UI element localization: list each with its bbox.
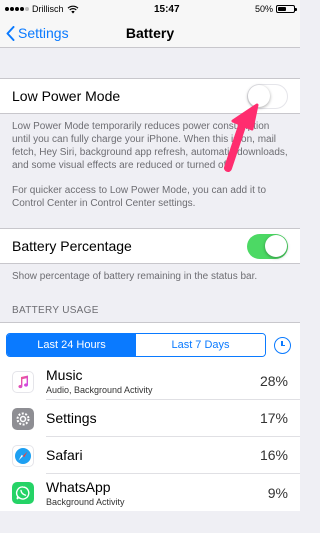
back-label: Settings [18, 25, 69, 41]
app-usage-percent: 16% [259, 447, 288, 463]
app-usage-row-body: Safari 16% [46, 437, 300, 474]
wifi-icon [67, 5, 78, 13]
page-title: Battery [125, 24, 175, 41]
signal-strength-icon [5, 7, 29, 11]
toggle-knob [248, 84, 270, 107]
app-info: Settings [46, 410, 97, 426]
low-power-mode-description: Low Power Mode temporarily reduces power… [12, 121, 288, 171]
status-bar: Drillisch 15:47 50% [0, 0, 300, 18]
low-power-mode-toggle[interactable] [247, 83, 288, 109]
app-name: Music [46, 367, 83, 383]
app-usage-row-whatsapp[interactable]: WhatsApp Background Activity 9% [0, 474, 300, 511]
battery-usage-header: BATTERY USAGE [12, 305, 99, 316]
app-usage-row-safari[interactable]: Safari 16% [0, 437, 300, 474]
app-usage-row-body: Settings 17% [46, 400, 300, 437]
low-power-mode-hint: For quicker access to Low Power Mode, yo… [12, 185, 267, 209]
battery-percentage-description: Show percentage of battery remaining in … [12, 271, 258, 282]
app-usage-row-settings[interactable]: Settings 17% [0, 400, 300, 437]
app-activity: Background Activity [46, 496, 125, 507]
tab-last-24-hours[interactable]: Last 24 Hours [7, 334, 136, 356]
toggle-knob [265, 234, 287, 257]
tab-last-7-days[interactable]: Last 7 Days [136, 334, 265, 356]
app-activity: Audio, Background Activity [46, 385, 153, 395]
app-usage-percent: 28% [259, 373, 288, 389]
battery-level-fill [278, 7, 286, 11]
battery-percentage-row: Battery Percentage [0, 228, 300, 264]
safari-compass-icon [12, 444, 34, 467]
app-usage-percent: 17% [259, 410, 288, 426]
app-usage-percent: 9% [267, 484, 288, 501]
battery-icon [276, 5, 297, 13]
app-name: WhatsApp [46, 478, 111, 495]
status-time: 15:47 [153, 3, 180, 15]
music-icon [12, 370, 34, 393]
app-usage-list: Music Audio, Background Activity 28% Set… [0, 363, 300, 511]
low-power-mode-row: Low Power Mode [0, 78, 300, 114]
app-info: Safari [46, 447, 83, 463]
usage-period-segmented-control: Last 24 Hours Last 7 Days [6, 333, 266, 357]
app-usage-row-body: Music Audio, Background Activity 28% [46, 363, 300, 400]
app-name: Safari [46, 447, 83, 463]
battery-percentage-toggle[interactable] [247, 233, 288, 259]
battery-percentage-label: Battery Percentage [12, 238, 132, 254]
navigation-bar: Settings Battery [0, 18, 300, 48]
battery-percent-label: 50% [254, 4, 273, 14]
usage-period-bar: Last 24 Hours Last 7 Days [0, 322, 300, 363]
low-power-mode-label: Low Power Mode [12, 88, 121, 104]
status-bar-right: 50% [254, 4, 297, 14]
chevron-left-icon [6, 25, 15, 41]
app-info: Music Audio, Background Activity [46, 367, 153, 395]
back-button[interactable]: Settings [6, 18, 69, 48]
whatsapp-icon [12, 481, 34, 504]
app-info: WhatsApp Background Activity [46, 479, 125, 507]
status-bar-left: Drillisch [5, 4, 79, 14]
app-usage-row-music[interactable]: Music Audio, Background Activity 28% [0, 363, 300, 400]
carrier-name: Drillisch [32, 4, 64, 14]
app-name: Settings [46, 410, 97, 426]
app-usage-row-body: WhatsApp Background Activity 9% [46, 474, 300, 511]
clock-icon[interactable] [274, 336, 291, 354]
settings-gear-icon [12, 407, 34, 430]
